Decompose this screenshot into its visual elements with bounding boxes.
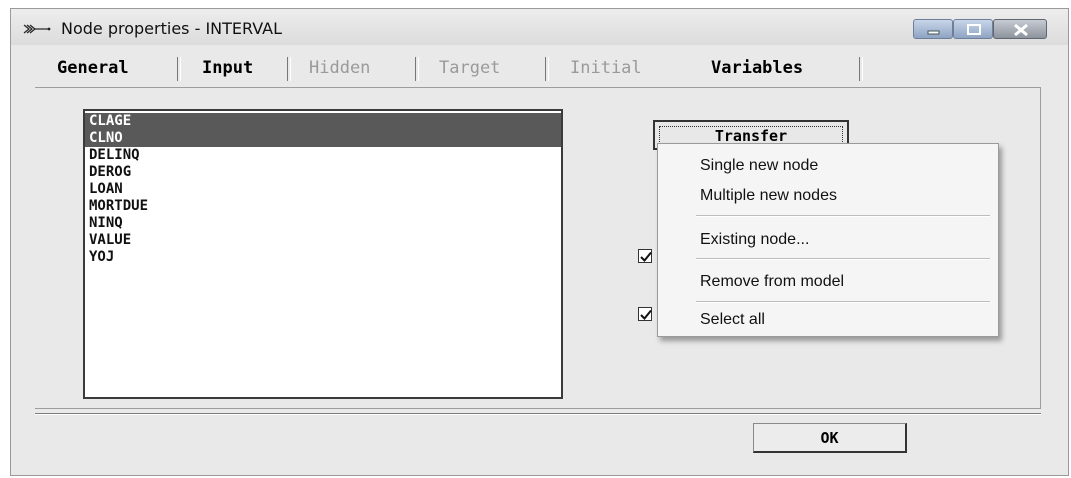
checkmark-icon <box>640 251 652 262</box>
list-item[interactable]: NINQ <box>85 215 561 232</box>
tab-variables[interactable]: Variables <box>711 51 803 85</box>
tab-separator <box>287 57 291 81</box>
tab-separator <box>177 57 181 81</box>
variables-listbox[interactable]: CLAGE CLNO DELINQ DEROG LOAN MORTDUE NIN… <box>83 109 563 399</box>
tab-general[interactable]: General <box>57 51 129 85</box>
focus-rectangle <box>659 126 843 144</box>
close-button[interactable] <box>993 19 1047 39</box>
transfer-context-menu: Single new node Multiple new nodes Exist… <box>657 143 999 337</box>
menu-separator <box>696 258 990 260</box>
menu-item-remove-from-model[interactable]: Remove from model <box>700 270 844 294</box>
list-item[interactable]: DELINQ <box>85 147 561 164</box>
close-icon <box>1014 23 1028 37</box>
menu-item-existing-node[interactable]: Existing node... <box>700 228 809 252</box>
checkmark-icon <box>640 309 652 320</box>
menu-item-multiple-new-nodes[interactable]: Multiple new nodes <box>700 184 837 208</box>
ok-button[interactable]: OK <box>753 423 907 453</box>
list-item[interactable]: MORTDUE <box>85 198 561 215</box>
window-title: Node properties - INTERVAL <box>61 19 283 38</box>
tab-input[interactable]: Input <box>202 51 253 85</box>
tab-separator <box>859 57 863 81</box>
option-checkbox-1[interactable] <box>638 249 652 263</box>
node-properties-dialog: Node properties - INTERVAL General Input… <box>10 8 1069 476</box>
tab-separator <box>545 57 549 81</box>
menu-item-select-all[interactable]: Select all <box>700 308 765 332</box>
minimize-icon <box>927 30 940 35</box>
list-item[interactable]: VALUE <box>85 232 561 249</box>
tab-separator <box>415 57 419 81</box>
node-icon <box>23 24 51 34</box>
tab-target: Target <box>439 58 501 78</box>
maximize-icon <box>967 24 981 35</box>
list-item[interactable]: DEROG <box>85 164 561 181</box>
option-checkbox-2[interactable] <box>638 307 652 321</box>
menu-separator <box>696 215 990 217</box>
maximize-button[interactable] <box>953 19 993 39</box>
list-item[interactable]: YOJ <box>85 249 561 266</box>
minimize-button[interactable] <box>913 19 953 39</box>
tab-initial: Initial <box>570 58 642 78</box>
list-item[interactable]: CLNO <box>85 130 561 147</box>
list-item[interactable]: LOAN <box>85 181 561 198</box>
footer-divider <box>35 413 1041 415</box>
menu-separator <box>696 301 990 303</box>
list-item[interactable]: CLAGE <box>85 113 561 130</box>
menu-item-single-new-node[interactable]: Single new node <box>700 154 818 178</box>
tab-hidden: Hidden <box>309 58 371 78</box>
title-bar[interactable]: Node properties - INTERVAL <box>11 9 1068 45</box>
